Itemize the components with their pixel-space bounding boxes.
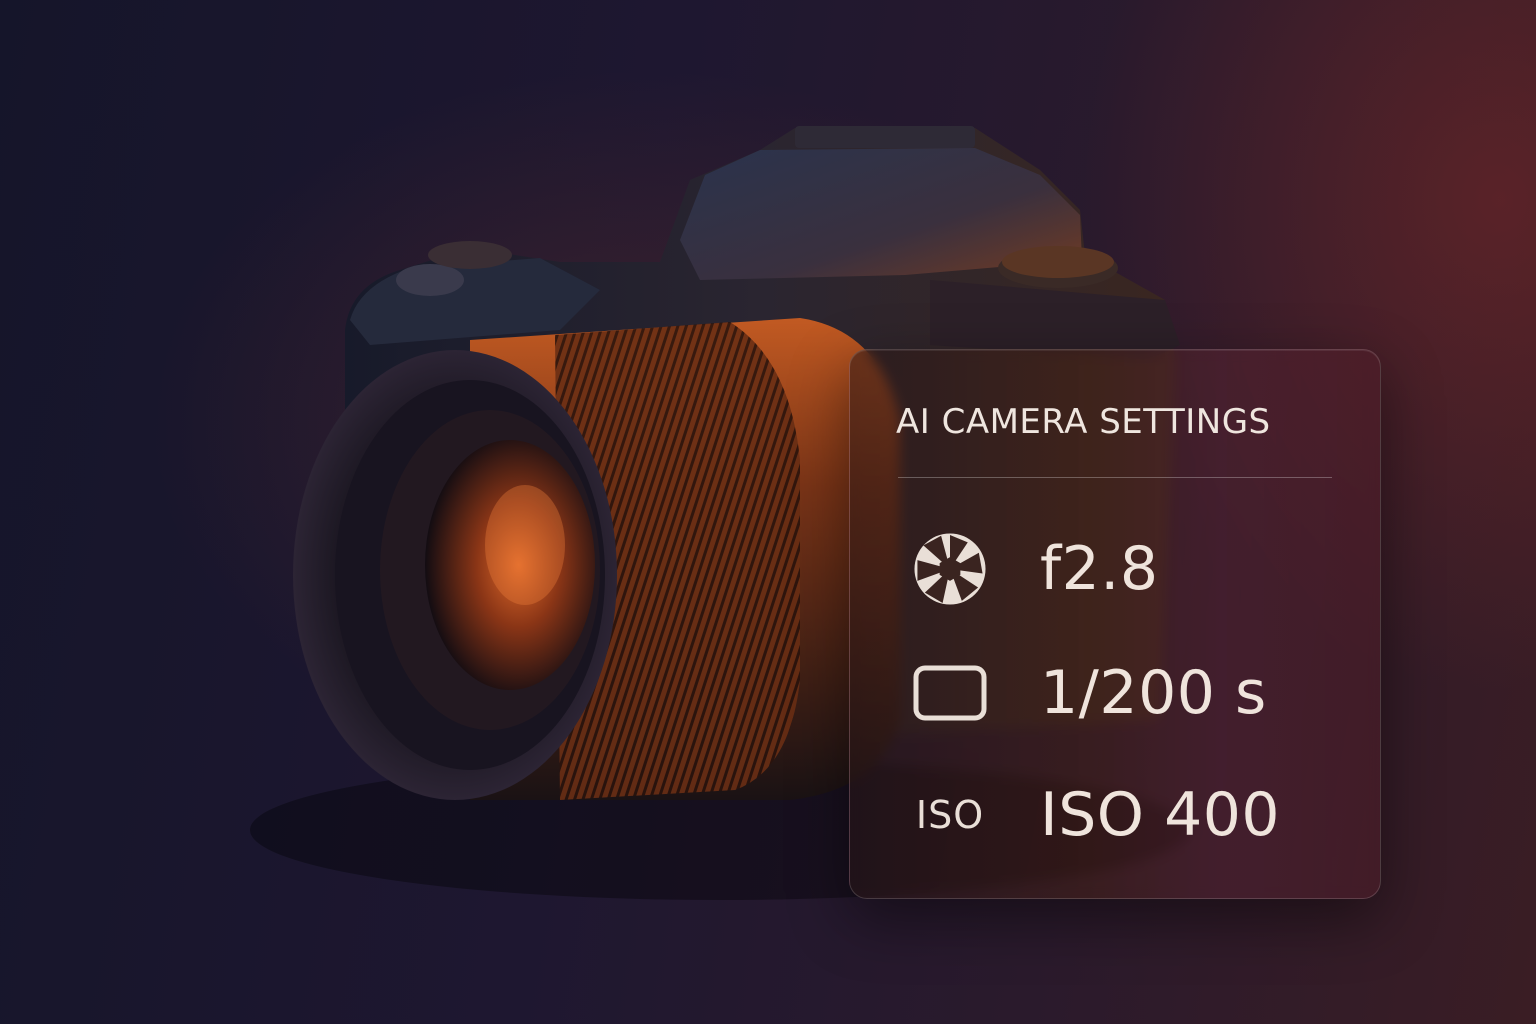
iso-icon-label: ISO bbox=[915, 793, 985, 837]
iso-setting[interactable]: ISO ISO 400 bbox=[850, 768, 1380, 858]
iso-value: ISO 400 bbox=[1040, 780, 1281, 850]
aperture-icon bbox=[912, 533, 988, 605]
aperture-value: f2.8 bbox=[1040, 534, 1159, 604]
shutter-icon bbox=[912, 658, 988, 728]
camera-settings-panel: AI CAMERA SETTINGS f2.8 1/200 s ISO ISO … bbox=[849, 349, 1381, 899]
iso-icon: ISO bbox=[912, 780, 988, 850]
shutter-speed-setting[interactable]: 1/200 s bbox=[850, 646, 1380, 736]
shutter-speed-value: 1/200 s bbox=[1040, 658, 1267, 728]
divider bbox=[898, 477, 1332, 478]
panel-title: AI CAMERA SETTINGS bbox=[896, 402, 1271, 442]
aperture-setting[interactable]: f2.8 bbox=[850, 522, 1380, 612]
